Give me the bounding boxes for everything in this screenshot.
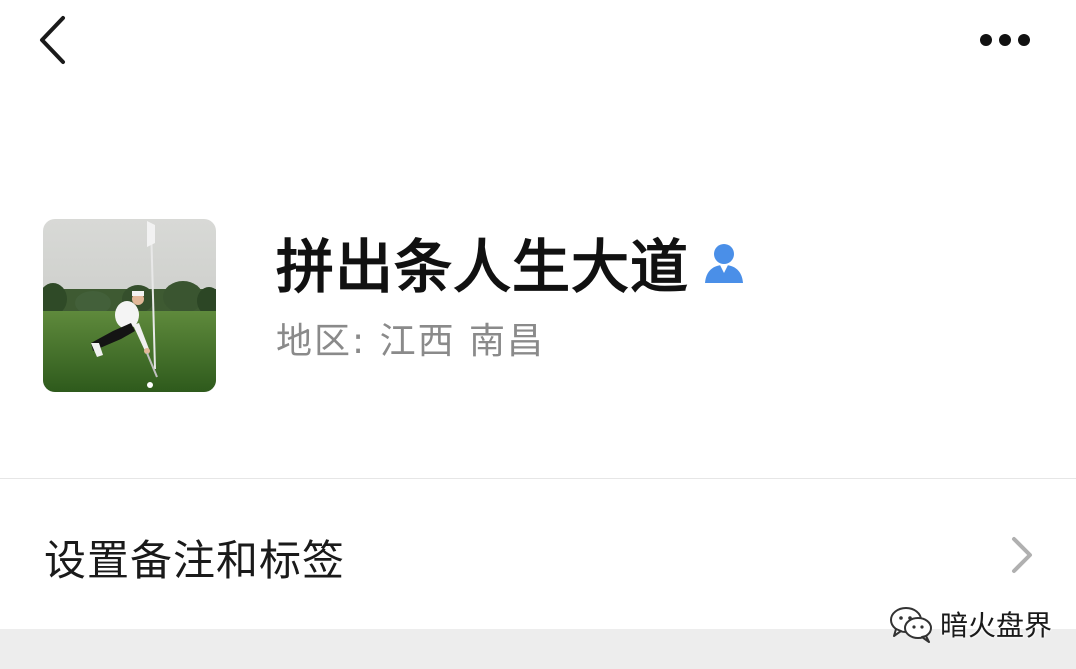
more-options-button[interactable] [968, 22, 1042, 58]
avatar-photo [43, 219, 216, 392]
region-text: 地区: 江西 南昌 [276, 321, 546, 362]
nickname-row: 拼出条人生大道 [276, 224, 745, 301]
top-navigation-bar [0, 0, 1076, 80]
profile-header: 拼出条人生大道 地区: 江西 南昌 [0, 200, 1076, 410]
chevron-left-icon [40, 16, 65, 64]
watermark: 暗火盘界 [888, 602, 1052, 646]
chevron-right-icon [1012, 537, 1032, 573]
watermark-text: 暗火盘界 [940, 609, 1053, 642]
wechat-icon [890, 607, 932, 643]
set-remarks-and-tags-label: 设置备注和标签 [44, 536, 346, 585]
male-user-icon [703, 241, 745, 283]
more-dots-icon [980, 34, 1030, 46]
back-button[interactable] [30, 14, 76, 66]
nickname: 拼出条人生大道 [276, 233, 690, 301]
avatar[interactable] [43, 219, 216, 392]
